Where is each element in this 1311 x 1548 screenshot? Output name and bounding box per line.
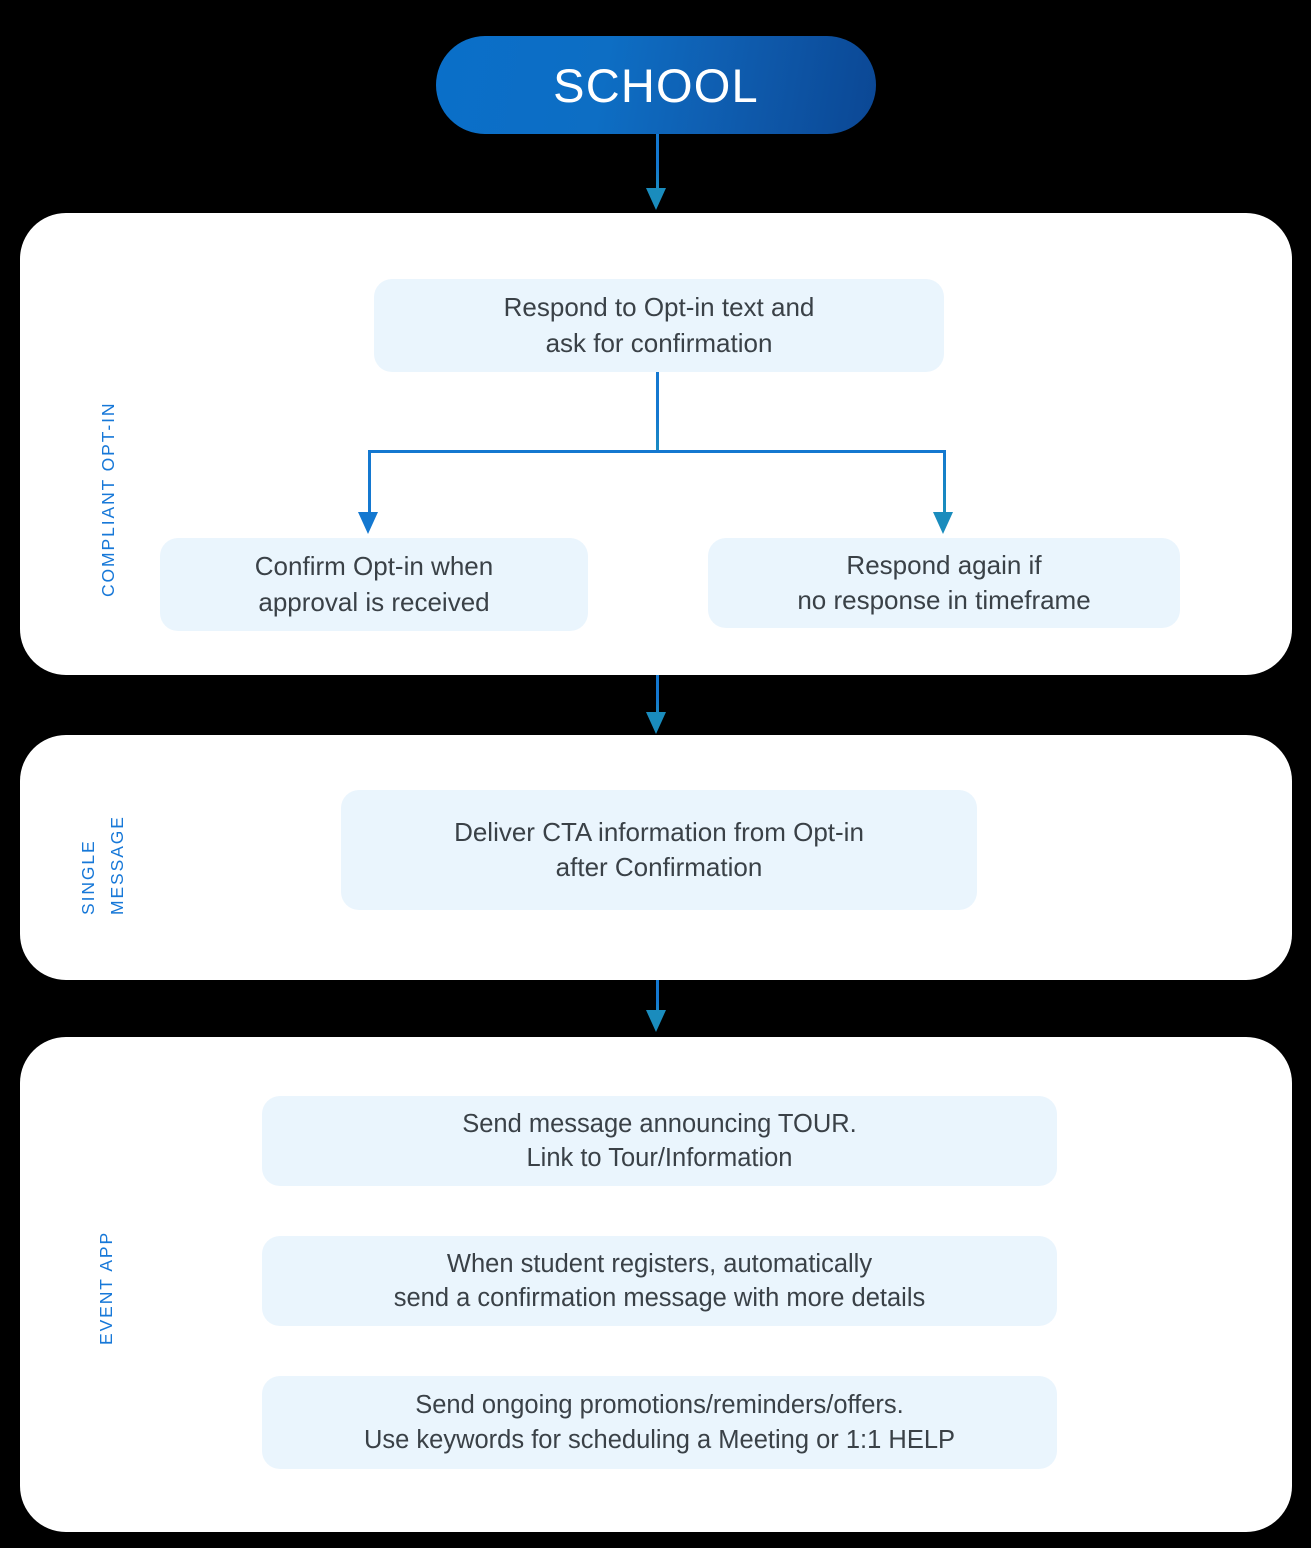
box-confirm-optin-line-2: approval is received xyxy=(258,586,490,617)
box-registration-confirmation-line-2: send a confirmation message with more de… xyxy=(393,1284,926,1312)
box-registration-confirmation-line-1: When student registers, automatically xyxy=(446,1249,873,1278)
box-confirm-optin: Confirm Opt-in when approval is received xyxy=(160,538,588,631)
arrowhead-single-to-event xyxy=(646,1010,666,1032)
section-label-compliant-opt-in: COMPLIANT OPT-IN xyxy=(98,401,118,597)
connector-school-to-optin xyxy=(656,134,659,192)
box-announce-tour-line-2: Link to Tour/Information xyxy=(526,1144,793,1172)
arrowhead-school-to-optin xyxy=(646,188,666,210)
box-ongoing-promotions-line-2: Use keywords for scheduling a Meeting or… xyxy=(363,1425,956,1454)
connector-optin-to-single xyxy=(656,675,659,717)
connector-branch-bar xyxy=(368,450,946,453)
flowchart-canvas: SCHOOL COMPLIANT OPT-IN Respond to Opt-i… xyxy=(0,0,1311,1548)
box-deliver-cta-line-2: after Confirmation xyxy=(555,852,763,882)
box-ongoing-promotions-line-1: Send ongoing promotions/reminders/offers… xyxy=(415,1391,904,1420)
box-respond-optin-line-1: Respond to Opt-in text and xyxy=(503,292,815,323)
arrowhead-branch-right xyxy=(933,512,953,534)
school-node: SCHOOL xyxy=(436,36,876,134)
box-registration-confirmation: When student registers, automatically se… xyxy=(262,1236,1057,1326)
box-ongoing-promotions: Send ongoing promotions/reminders/offers… xyxy=(262,1376,1057,1469)
box-respond-again-line-1: Respond again if xyxy=(846,549,1042,580)
connector-branch-left xyxy=(368,450,371,518)
box-respond-again: Respond again if no response in timefram… xyxy=(708,538,1180,628)
box-respond-optin: Respond to Opt-in text and ask for confi… xyxy=(374,279,944,372)
box-announce-tour: Send message announcing TOUR. Link to To… xyxy=(262,1096,1057,1186)
section-label-single-message-line-2: MESSAGE xyxy=(107,815,127,915)
section-label-single-message-line-1: SINGLE xyxy=(78,839,98,915)
box-announce-tour-line-1: Send message announcing TOUR. xyxy=(462,1109,857,1138)
arrowhead-optin-to-single xyxy=(646,712,666,734)
school-node-label: SCHOOL xyxy=(553,58,759,112)
arrowhead-branch-left xyxy=(358,512,378,534)
box-respond-optin-line-2: ask for confirmation xyxy=(545,327,773,358)
box-deliver-cta: Deliver CTA information from Opt-in afte… xyxy=(341,790,977,910)
connector-branch-right xyxy=(943,450,946,518)
section-label-event-app: EVENT APP xyxy=(96,1230,116,1345)
connector-respond-stem xyxy=(656,372,659,452)
box-confirm-optin-line-1: Confirm Opt-in when xyxy=(254,551,494,582)
box-respond-again-line-2: no response in timeframe xyxy=(797,585,1091,615)
box-deliver-cta-line-1: Deliver CTA information from Opt-in xyxy=(454,816,864,847)
